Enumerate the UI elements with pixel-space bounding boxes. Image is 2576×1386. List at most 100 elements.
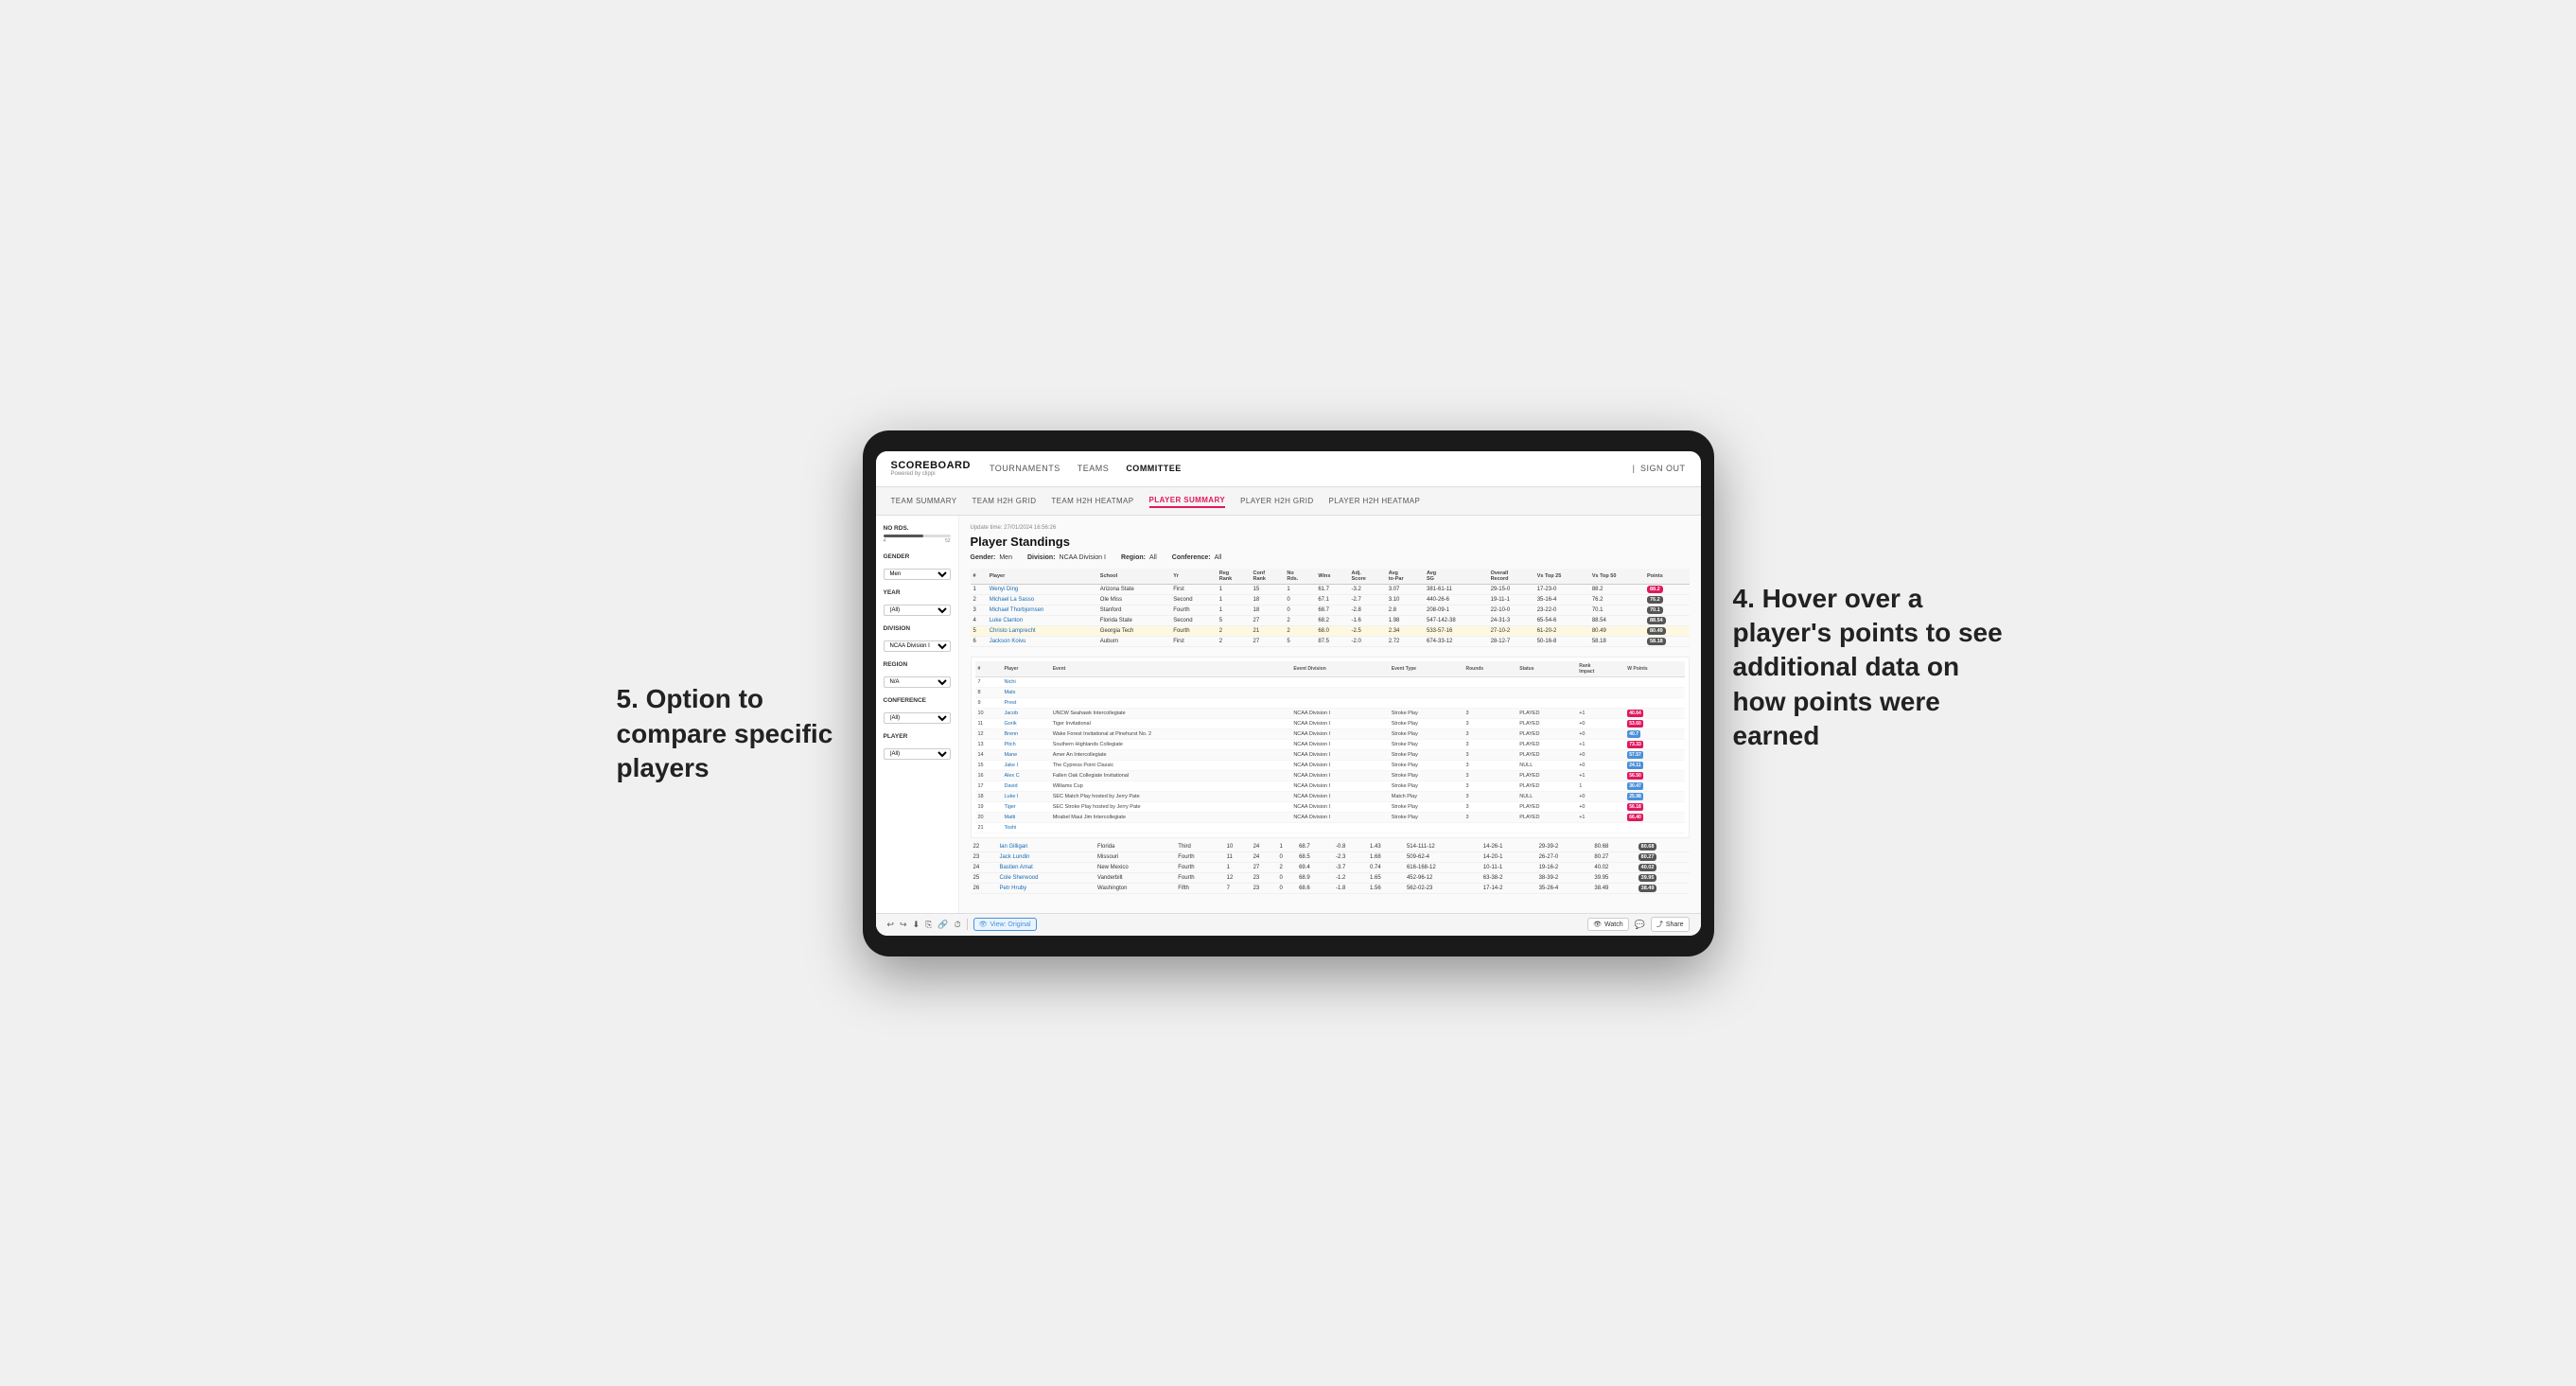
cell-player[interactable]: Cole Sherwood: [996, 872, 1095, 883]
clock-icon[interactable]: ⏱: [955, 920, 961, 930]
cell-player[interactable]: Gorik: [1001, 718, 1049, 728]
nav-team-h2h-grid[interactable]: TEAM H2H GRID: [973, 495, 1037, 507]
link-icon[interactable]: 🔗: [938, 920, 948, 930]
cell-wpoints[interactable]: [1624, 697, 1684, 708]
cell-player[interactable]: Pitch: [1001, 739, 1049, 749]
share-button[interactable]: ⤴ Share: [1651, 917, 1690, 932]
cell-player[interactable]: Ian Gilligan: [996, 842, 1095, 852]
cell-player[interactable]: Jacob: [1001, 708, 1049, 718]
sign-out-link[interactable]: Sign out: [1640, 462, 1686, 475]
cell-no-rds: 1: [1277, 842, 1297, 852]
cell-wpoints[interactable]: 57.57: [1624, 749, 1684, 760]
cell-type: Stroke Play: [1389, 760, 1463, 770]
cell-player[interactable]: David: [1001, 781, 1049, 791]
cell-num: 12: [975, 728, 1002, 739]
cell-player[interactable]: Alex C: [1001, 770, 1049, 781]
cell-player[interactable]: Brenn: [1001, 728, 1049, 739]
cell-points[interactable]: 80.49: [1644, 625, 1690, 636]
cell-wins: 68.7: [1315, 605, 1348, 615]
cell-points[interactable]: 88.2: [1644, 584, 1690, 594]
cell-wpoints[interactable]: 25.98: [1624, 791, 1684, 801]
cell-player[interactable]: Matti: [1001, 812, 1049, 822]
cell-points[interactable]: 40.02: [1636, 862, 1690, 872]
cell-player[interactable]: Toshi: [1001, 822, 1049, 833]
cell-points[interactable]: 39.95: [1636, 872, 1690, 883]
cell-wpoints[interactable]: 53.60: [1624, 718, 1684, 728]
cell-wpoints[interactable]: 73.33: [1624, 739, 1684, 749]
cell-vs25: 29-39-2: [1536, 842, 1592, 852]
cell-wpoints[interactable]: 40.7: [1624, 728, 1684, 739]
cell-player[interactable]: Michael Thorbjornsen: [987, 605, 1097, 615]
watch-button[interactable]: 👁 Watch: [1587, 918, 1628, 931]
sidebar-conference-select[interactable]: (All): [884, 712, 951, 724]
cell-wpoints[interactable]: [1624, 687, 1684, 697]
cell-player[interactable]: Mane: [1001, 749, 1049, 760]
cell-player[interactable]: Tiger: [1001, 801, 1049, 812]
nav-player-summary[interactable]: PLAYER SUMMARY: [1149, 494, 1226, 508]
cell-points[interactable]: 76.2: [1644, 594, 1690, 605]
cell-player[interactable]: Jack Lundin: [996, 851, 1095, 862]
copy-icon[interactable]: ⎘: [925, 920, 932, 930]
nav-player-h2h-grid[interactable]: PLAYER H2H GRID: [1240, 495, 1313, 507]
cell-points[interactable]: 70.1: [1644, 605, 1690, 615]
cell-player[interactable]: Wenyi Ding: [987, 584, 1097, 594]
cell-wpoints[interactable]: 56.50: [1624, 770, 1684, 781]
cell-wpoints[interactable]: [1624, 822, 1684, 833]
nav-committee[interactable]: COMMITTEE: [1126, 462, 1182, 475]
nav-player-h2h-heatmap[interactable]: PLAYER H2H HEATMAP: [1329, 495, 1421, 507]
cell-avg-topar: 3.10: [1386, 594, 1424, 605]
main-content: No Rds. 4 52 Gender: [876, 516, 1701, 913]
cell-player[interactable]: Nichi: [1001, 676, 1049, 687]
cell-player[interactable]: Christo Lamprecht: [987, 625, 1097, 636]
cell-player[interactable]: Prest: [1001, 697, 1049, 708]
cell-division: [1290, 676, 1388, 687]
cell-adj-score: -3.2: [1348, 584, 1385, 594]
cell-player[interactable]: Bastien Amat: [996, 862, 1095, 872]
th-yr: Yr: [1170, 569, 1217, 585]
cell-player[interactable]: Luke I: [1001, 791, 1049, 801]
cell-points[interactable]: 58.18: [1644, 636, 1690, 646]
nav-team-h2h-heatmap[interactable]: TEAM H2H HEATMAP: [1051, 495, 1133, 507]
cell-vs50: 58.18: [1589, 636, 1644, 646]
cell-school: New Mexico: [1095, 862, 1175, 872]
cell-wpoints[interactable]: 56.18: [1624, 801, 1684, 812]
nav-tournaments[interactable]: TOURNAMENTS: [990, 462, 1060, 475]
dth-division: Event Division: [1290, 661, 1388, 677]
sidebar-division-select[interactable]: NCAA Division I: [884, 640, 951, 652]
sidebar-player-select[interactable]: (All): [884, 748, 951, 760]
cell-type: Stroke Play: [1389, 801, 1463, 812]
cell-rounds: [1463, 687, 1516, 697]
undo-icon[interactable]: ↩: [887, 920, 895, 930]
view-original-button[interactable]: 👁 View: Original: [973, 918, 1037, 931]
sidebar-gender-select[interactable]: Men: [884, 569, 951, 580]
cell-player[interactable]: Jackson Koivu: [987, 636, 1097, 646]
cell-wpoints[interactable]: 30.47: [1624, 781, 1684, 791]
sidebar-region-select[interactable]: N/A: [884, 676, 951, 688]
cell-status: [1516, 697, 1576, 708]
comment-icon[interactable]: 💬: [1635, 920, 1645, 930]
cell-player[interactable]: Michael La Sasso: [987, 594, 1097, 605]
cell-reg-rank: 1: [1217, 594, 1251, 605]
cell-wpoints[interactable]: 40.64: [1624, 708, 1684, 718]
cell-points[interactable]: 80.68: [1636, 842, 1690, 852]
cell-points[interactable]: 80.27: [1636, 851, 1690, 862]
cell-type: [1389, 687, 1463, 697]
cell-overall: 17-14-2: [1481, 883, 1536, 893]
redo-icon[interactable]: ↪: [900, 920, 907, 930]
cell-player[interactable]: Jake I: [1001, 760, 1049, 770]
cell-player[interactable]: Mats: [1001, 687, 1049, 697]
cell-player[interactable]: Petr Hruby: [996, 883, 1095, 893]
cell-wpoints[interactable]: 66.40: [1624, 812, 1684, 822]
download-icon[interactable]: ⬇: [913, 920, 920, 930]
cell-points[interactable]: 88.54: [1644, 615, 1690, 625]
cell-wpoints[interactable]: 24.11: [1624, 760, 1684, 770]
cell-wpoints[interactable]: [1624, 676, 1684, 687]
cell-rounds: [1463, 822, 1516, 833]
cell-points[interactable]: 38.49: [1636, 883, 1690, 893]
cell-rounds: 3: [1463, 812, 1516, 822]
sidebar-year-select[interactable]: (All): [884, 605, 951, 616]
nav-teams[interactable]: TEAMS: [1078, 462, 1110, 475]
nav-team-summary[interactable]: TEAM SUMMARY: [891, 495, 957, 507]
th-vs50: Vs Top 50: [1589, 569, 1644, 585]
cell-player[interactable]: Luke Clanton: [987, 615, 1097, 625]
